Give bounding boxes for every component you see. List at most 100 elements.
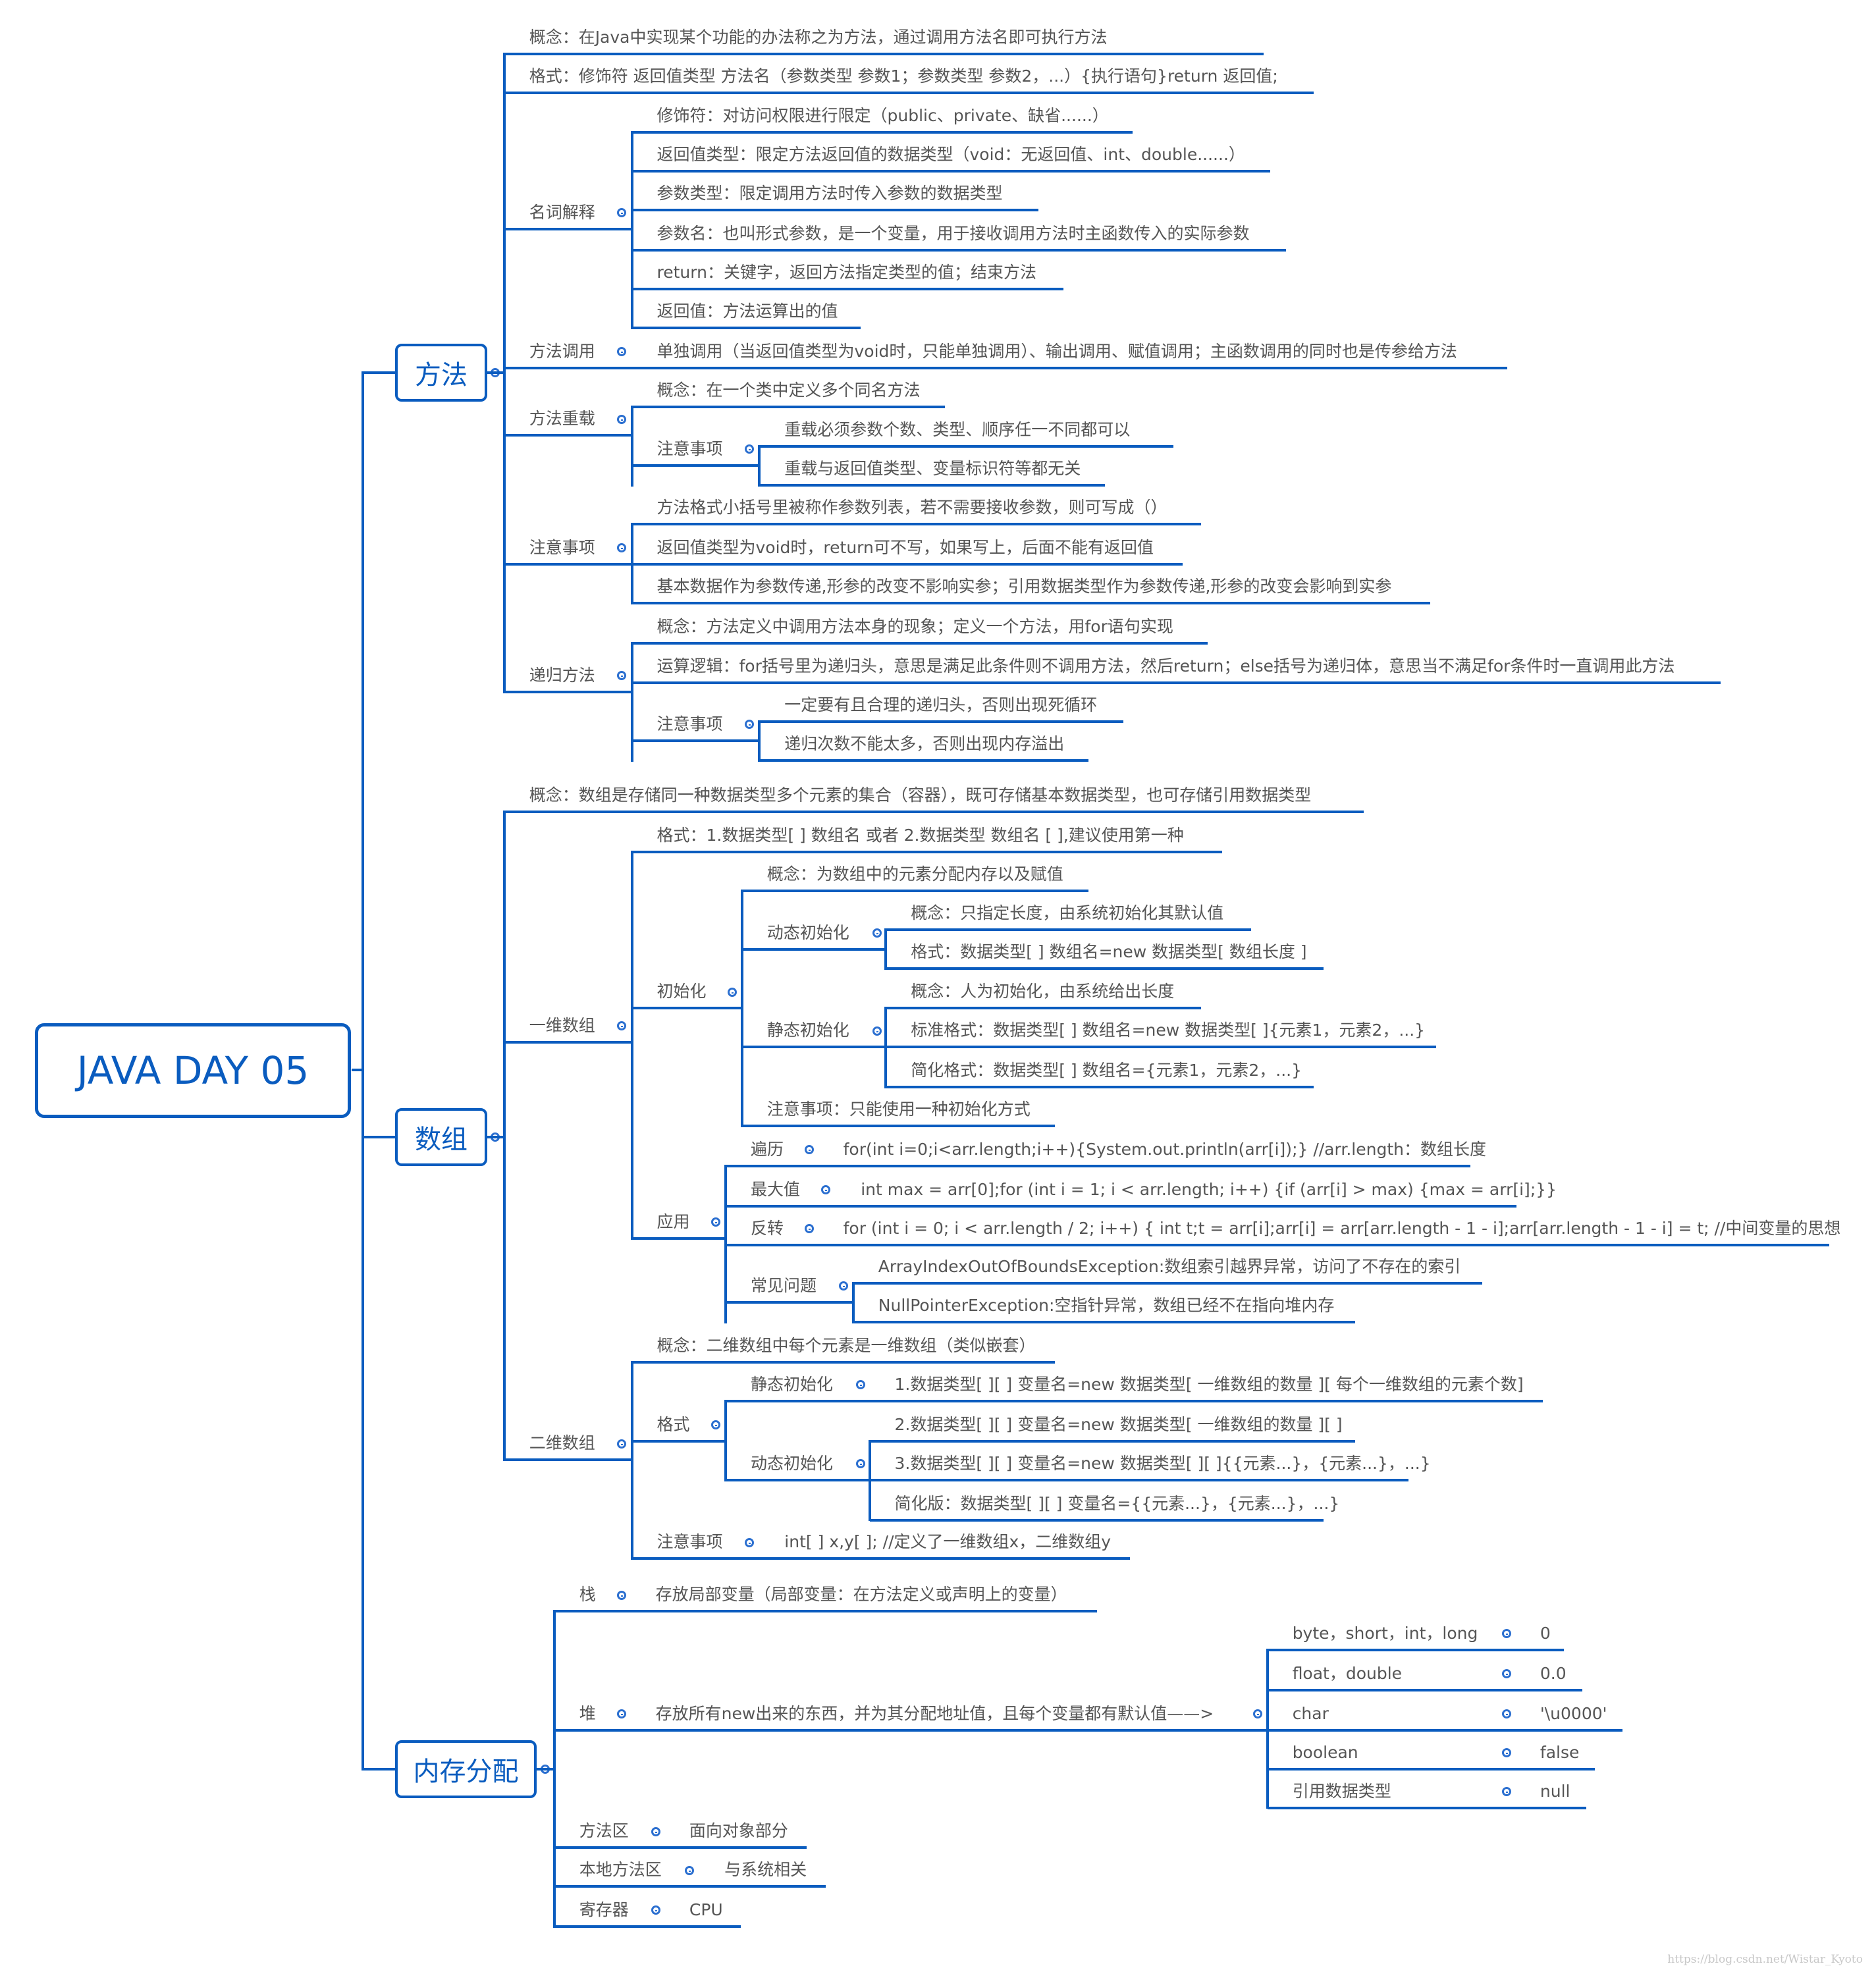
collapse-icon[interactable] — [1252, 1709, 1262, 1718]
node-text[interactable]: 概念：为数组中的元素分配内存以及赋值 — [767, 865, 1063, 884]
node-label[interactable]: 二维数组 — [529, 1433, 595, 1453]
node-text[interactable]: 1.数据类型[ ][ ] 变量名=new 数据类型[ 一维数组的数量 ][ 每个… — [895, 1375, 1524, 1395]
collapse-icon[interactable] — [745, 444, 755, 454]
node-label[interactable]: 方法区 — [579, 1821, 629, 1841]
node-text[interactable]: 递归次数不能太多，否则出现内存溢出 — [784, 734, 1064, 754]
node-text[interactable]: for (int i = 0; i < arr.length / 2; i++)… — [844, 1219, 1841, 1238]
collapse-icon[interactable] — [617, 1439, 627, 1449]
node-label[interactable]: 遍历 — [751, 1140, 784, 1159]
node-text[interactable]: 一定要有且合理的递归头，否则出现死循环 — [784, 695, 1097, 715]
heap-default-value[interactable]: false — [1540, 1743, 1579, 1763]
node-label[interactable]: 名词解释 — [529, 203, 595, 223]
collapse-icon[interactable] — [617, 414, 627, 424]
node-text[interactable]: 标准格式：数据类型[ ] 数组名=new 数据类型[ ]{元素1，元素2，...… — [911, 1021, 1425, 1040]
collapse-icon[interactable] — [651, 1826, 660, 1836]
node-text[interactable]: 概念：方法定义中调用方法本身的现象；定义一个方法，用for语句实现 — [657, 617, 1173, 637]
node-label[interactable]: 注意事项 — [529, 538, 595, 558]
node-text[interactable]: 格式：数据类型[ ] 数组名=new 数据类型[ 数组长度 ] — [911, 942, 1306, 962]
topic-array[interactable]: 数组 — [395, 1108, 487, 1166]
node-label[interactable]: 注意事项 — [657, 439, 723, 459]
node-label[interactable]: 静态初始化 — [751, 1375, 833, 1395]
node-label[interactable]: 注意事项 — [657, 714, 723, 734]
node-text[interactable]: 与系统相关 — [724, 1860, 807, 1880]
node-label[interactable]: 注意事项 — [657, 1532, 723, 1552]
heap-type[interactable]: boolean — [1293, 1743, 1358, 1763]
collapse-icon[interactable] — [617, 1021, 627, 1030]
heap-default-value[interactable]: 0 — [1540, 1624, 1551, 1643]
collapse-icon[interactable] — [856, 1380, 866, 1390]
node-label[interactable]: 初始化 — [657, 982, 707, 1001]
collapse-icon[interactable] — [1501, 1629, 1511, 1639]
node-label[interactable]: 栈 — [579, 1585, 596, 1605]
topic-method[interactable]: 方法 — [395, 344, 487, 402]
collapse-icon[interactable] — [710, 1420, 720, 1430]
node-text[interactable]: 存放所有new出来的东西，并为其分配地址值，且每个变量都有默认值——> — [656, 1704, 1214, 1724]
node-label[interactable]: 应用 — [657, 1212, 690, 1232]
node-label[interactable]: 方法调用 — [529, 342, 595, 361]
node-label[interactable]: 动态初始化 — [767, 923, 849, 943]
node-label[interactable]: 寄存器 — [579, 1900, 629, 1920]
node-label[interactable]: 格式 — [657, 1415, 690, 1435]
heap-default-value[interactable]: '\u0000' — [1540, 1704, 1607, 1724]
collapse-icon[interactable] — [805, 1223, 815, 1233]
node-text[interactable]: 返回值：方法运算出的值 — [657, 302, 838, 321]
heap-type[interactable]: 引用数据类型 — [1293, 1782, 1391, 1801]
node-text[interactable]: 参数类型：限定调用方法时传入参数的数据类型 — [657, 184, 1003, 203]
collapse-icon[interactable] — [1501, 1747, 1511, 1757]
node-text[interactable]: 重载与返回值类型、变量标识符等都无关 — [784, 459, 1081, 479]
node-text[interactable]: 重载必须参数个数、类型、顺序任一不同都可以 — [784, 420, 1130, 440]
heap-type[interactable]: float，double — [1293, 1664, 1402, 1684]
collapse-icon[interactable] — [617, 208, 627, 217]
node-text[interactable]: return：关键字，返回方法指定类型的值；结束方法 — [657, 263, 1036, 282]
node-label[interactable]: 本地方法区 — [579, 1860, 662, 1880]
node-text[interactable]: 概念：只指定长度，由系统初始化其默认值 — [911, 903, 1223, 923]
node-text[interactable]: ArrayIndexOutOfBoundsException:数组索引越界异常，… — [878, 1257, 1461, 1277]
node-text[interactable]: 存放局部变量（局部变量：在方法定义或声明上的变量） — [656, 1585, 1067, 1605]
collapse-icon[interactable] — [821, 1185, 830, 1194]
collapse-icon[interactable] — [1501, 1709, 1511, 1718]
node-text[interactable]: 概念：在一个类中定义多个同名方法 — [657, 381, 921, 400]
heap-default-value[interactable]: null — [1540, 1782, 1570, 1801]
node-text[interactable]: 单独调用（当返回值类型为void时，只能单独调用）、输出调用、赋值调用；主函数调… — [657, 342, 1457, 361]
topic-memory[interactable]: 内存分配 — [395, 1740, 537, 1798]
heap-default-value[interactable]: 0.0 — [1540, 1664, 1567, 1684]
node-label[interactable]: 一维数组 — [529, 1016, 595, 1036]
node-label[interactable]: 反转 — [751, 1219, 784, 1238]
collapse-icon[interactable] — [838, 1281, 848, 1291]
collapse-icon[interactable] — [745, 1537, 755, 1547]
collapse-icon[interactable] — [617, 346, 627, 356]
collapse-icon[interactable] — [617, 1709, 627, 1718]
node-text[interactable]: 格式：修饰符 返回值类型 方法名（参数类型 参数1；参数类型 参数2，...）{… — [529, 67, 1278, 86]
node-text[interactable]: 概念：二维数组中每个元素是一维数组（类似嵌套） — [657, 1336, 1036, 1356]
heap-type[interactable]: char — [1293, 1704, 1329, 1724]
node-text[interactable]: int[ ] x,y[ ]; //定义了一维数组x，二维数组y — [784, 1532, 1111, 1552]
node-text[interactable]: NullPointerException:空指针异常，数组已经不在指向堆内存 — [878, 1296, 1335, 1316]
collapse-icon[interactable] — [727, 987, 737, 997]
collapse-icon[interactable] — [617, 671, 627, 680]
node-text[interactable]: 注意事项：只能使用一种初始化方式 — [767, 1100, 1031, 1119]
heap-type[interactable]: byte，short，int，long — [1293, 1624, 1478, 1643]
collapse-icon[interactable] — [651, 1905, 660, 1915]
node-text[interactable]: 方法格式小括号里被称作参数列表，若不需要接收参数，则可写成（） — [657, 498, 1167, 518]
collapse-icon[interactable] — [1501, 1669, 1511, 1679]
node-text[interactable]: 简化版：数据类型[ ][ ] 变量名={{元素...}，{元素...}，...} — [895, 1494, 1340, 1514]
collapse-icon[interactable] — [805, 1145, 815, 1155]
node-label[interactable]: 常见问题 — [751, 1276, 817, 1296]
node-label[interactable]: 方法重载 — [529, 409, 595, 429]
collapse-icon[interactable] — [617, 1590, 627, 1600]
node-text[interactable]: 3.数据类型[ ][ ] 变量名=new 数据类型[ ][ ]{{元素...}，… — [895, 1454, 1431, 1474]
collapse-icon[interactable] — [684, 1865, 694, 1875]
collapse-icon[interactable] — [617, 543, 627, 553]
node-text[interactable]: CPU — [689, 1900, 723, 1920]
node-text[interactable]: for(int i=0;i<arr.length;i++){System.out… — [844, 1140, 1486, 1159]
node-label[interactable]: 动态初始化 — [751, 1454, 833, 1474]
node-text[interactable]: 概念：在Java中实现某个功能的办法称之为方法，通过调用方法名即可执行方法 — [529, 28, 1108, 47]
node-text[interactable]: 基本数据作为参数传递,形参的改变不影响实参；引用数据类型作为参数传递,形参的改变… — [657, 577, 1392, 597]
node-text[interactable]: 概念：人为初始化，由系统给出长度 — [911, 982, 1174, 1001]
node-text[interactable]: 运算逻辑：for括号里为递归头，意思是满足此条件则不调用方法，然后return；… — [657, 656, 1675, 676]
node-text[interactable]: 返回值类型为void时，return可不写，如果写上，后面不能有返回值 — [657, 538, 1154, 558]
node-text[interactable]: 修饰符：对访问权限进行限定（public、private、缺省......） — [657, 106, 1109, 126]
collapse-icon[interactable] — [872, 1026, 882, 1036]
node-text[interactable]: 格式：1.数据类型[ ] 数组名 或者 2.数据类型 数组名 [ ],建议使用第… — [657, 826, 1184, 845]
node-text[interactable]: 面向对象部分 — [689, 1821, 788, 1841]
